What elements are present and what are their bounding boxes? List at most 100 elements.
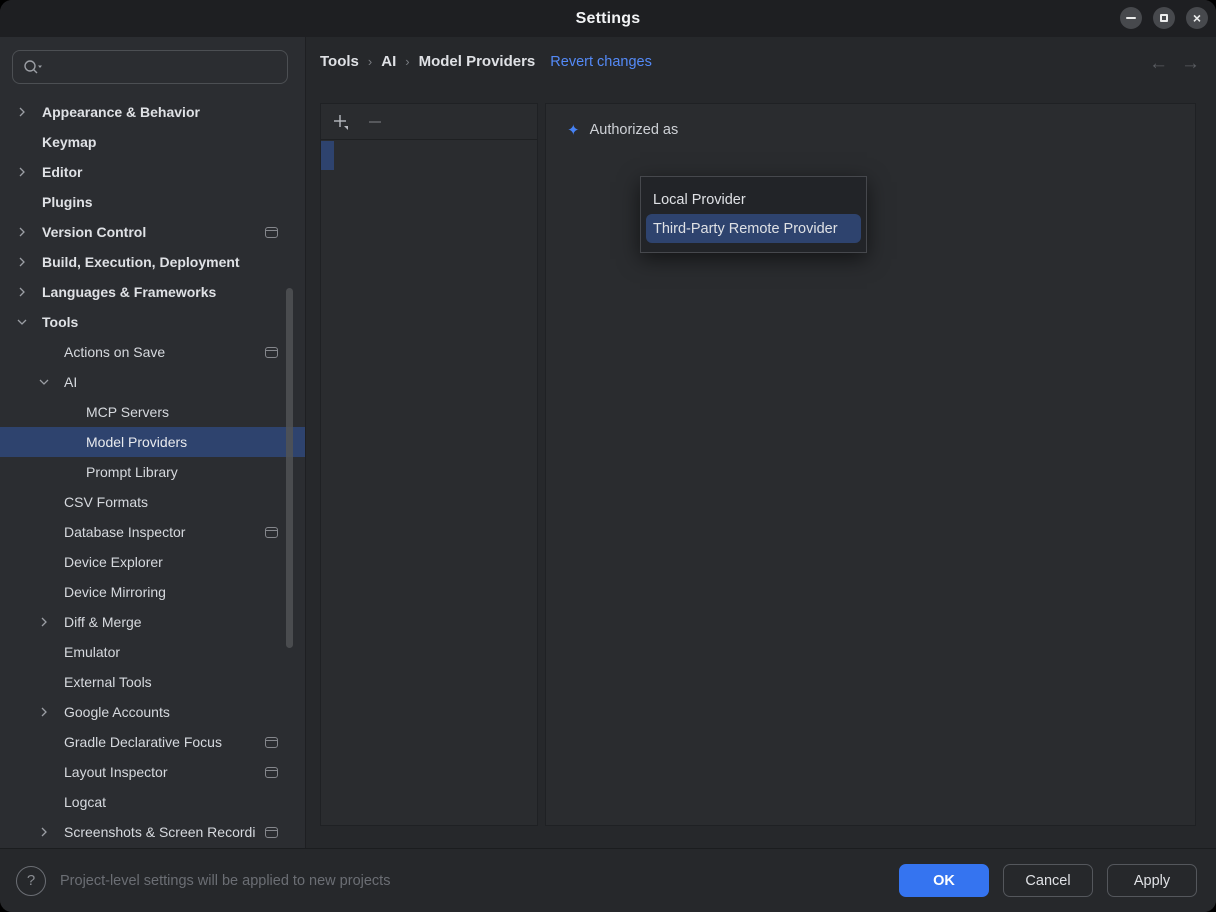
sidebar-item-label: Logcat <box>64 794 106 810</box>
sidebar-item-label: CSV Formats <box>64 494 148 510</box>
remove-provider-button[interactable] <box>366 113 384 131</box>
breadcrumb-model-providers[interactable]: Model Providers <box>419 53 536 70</box>
sidebar-item-label: Prompt Library <box>86 464 178 480</box>
chevron-toggle[interactable] <box>38 376 64 388</box>
sidebar-item-label: Tools <box>42 314 78 330</box>
sidebar-item-database-inspector[interactable]: Database Inspector <box>0 517 305 547</box>
sidebar-item-label: Gradle Declarative Focus <box>64 734 222 750</box>
project-settings-icon <box>265 347 278 358</box>
sidebar-item-device-mirroring[interactable]: Device Mirroring <box>0 577 305 607</box>
providers-list-panel <box>320 103 538 826</box>
chevron-down-icon <box>38 376 50 388</box>
providers-toolbar <box>321 104 537 140</box>
sidebar-item-layout-inspector[interactable]: Layout Inspector <box>0 757 305 787</box>
chevron-toggle[interactable] <box>16 226 42 238</box>
chevron-toggle[interactable] <box>16 106 42 118</box>
window-title: Settings <box>576 10 641 28</box>
ok-button[interactable]: OK <box>899 864 989 897</box>
sidebar-item-label: MCP Servers <box>86 404 169 420</box>
project-settings-icon <box>265 737 278 748</box>
chevron-toggle[interactable] <box>38 616 64 628</box>
sidebar-item-label: Version Control <box>42 224 146 240</box>
breadcrumb-ai[interactable]: AI <box>381 53 396 70</box>
title-bar: Settings × <box>0 0 1216 37</box>
chevron-toggle[interactable] <box>16 316 42 328</box>
chevron-right-icon <box>38 616 50 628</box>
sidebar-item-logcat[interactable]: Logcat <box>0 787 305 817</box>
add-provider-button[interactable] <box>332 113 350 131</box>
chevron-toggle[interactable] <box>16 256 42 268</box>
sidebar-item-label: Diff & Merge <box>64 614 142 630</box>
sidebar-item-prompt-library[interactable]: Prompt Library <box>0 457 305 487</box>
sidebar-item-keymap[interactable]: Keymap <box>0 127 305 157</box>
breadcrumb-separator-icon: › <box>368 54 372 69</box>
back-arrow-icon[interactable]: ← <box>1149 51 1168 78</box>
breadcrumb: Tools › AI › Model Providers Revert chan… <box>320 53 652 70</box>
chevron-right-icon <box>38 826 50 838</box>
sidebar-item-external-tools[interactable]: External Tools <box>0 667 305 697</box>
sidebar-item-google-accounts[interactable]: Google Accounts <box>0 697 305 727</box>
sidebar-item-label: Layout Inspector <box>64 764 168 780</box>
cancel-button[interactable]: Cancel <box>1003 864 1093 897</box>
sidebar-item-plugins[interactable]: Plugins <box>0 187 305 217</box>
sidebar-item-label: Languages & Frameworks <box>42 284 216 300</box>
add-provider-popup: Local ProviderThird-Party Remote Provide… <box>640 176 867 253</box>
sidebar-item-label: Device Mirroring <box>64 584 166 600</box>
sidebar-item-emulator[interactable]: Emulator <box>0 637 305 667</box>
project-settings-icon <box>265 527 278 538</box>
chevron-toggle[interactable] <box>38 706 64 718</box>
minimize-button[interactable] <box>1120 7 1142 29</box>
close-button[interactable]: × <box>1186 7 1208 29</box>
sidebar-item-label: Build, Execution, Deployment <box>42 254 240 270</box>
minimize-icon <box>1126 17 1136 19</box>
sidebar-item-ai[interactable]: AI <box>0 367 305 397</box>
sidebar-item-tools[interactable]: Tools <box>0 307 305 337</box>
sidebar-item-gradle-declarative-focus[interactable]: Gradle Declarative Focus <box>0 727 305 757</box>
sidebar-item-build-execution-deployment[interactable]: Build, Execution, Deployment <box>0 247 305 277</box>
sidebar-item-languages-frameworks[interactable]: Languages & Frameworks <box>0 277 305 307</box>
sidebar-scrollbar[interactable] <box>286 288 293 648</box>
sidebar-item-label: Emulator <box>64 644 120 660</box>
sidebar-item-label: Database Inspector <box>64 524 185 540</box>
sidebar-item-label: Screenshots & Screen Recordi <box>64 824 255 840</box>
revert-changes-link[interactable]: Revert changes <box>550 54 652 70</box>
popup-item-third-party-remote-provider[interactable]: Third-Party Remote Provider <box>646 214 861 243</box>
help-button[interactable]: ? <box>16 866 46 896</box>
sidebar-item-appearance-behavior[interactable]: Appearance & Behavior <box>0 97 305 127</box>
sidebar-item-model-providers[interactable]: Model Providers <box>0 427 305 457</box>
chevron-right-icon <box>16 256 28 268</box>
sidebar-item-editor[interactable]: Editor <box>0 157 305 187</box>
sidebar-item-version-control[interactable]: Version Control <box>0 217 305 247</box>
breadcrumb-tools[interactable]: Tools <box>320 53 359 70</box>
search-icon <box>23 59 43 75</box>
sidebar-item-mcp-servers[interactable]: MCP Servers <box>0 397 305 427</box>
sidebar-item-csv-formats[interactable]: CSV Formats <box>0 487 305 517</box>
window-controls: × <box>1120 7 1208 29</box>
project-settings-icon <box>265 767 278 778</box>
ai-spark-icon: ✦ <box>567 123 580 138</box>
forward-arrow-icon[interactable]: → <box>1181 51 1200 78</box>
project-settings-icon <box>265 227 278 238</box>
project-settings-icon <box>265 827 278 838</box>
selected-provider-row[interactable] <box>321 141 334 170</box>
sidebar-item-label: Appearance & Behavior <box>42 104 200 120</box>
sidebar-item-diff-merge[interactable]: Diff & Merge <box>0 607 305 637</box>
sidebar-item-actions-on-save[interactable]: Actions on Save <box>0 337 305 367</box>
chevron-toggle[interactable] <box>38 826 64 838</box>
maximize-button[interactable] <box>1153 7 1175 29</box>
sidebar-item-label: Plugins <box>42 194 93 210</box>
sidebar-item-screenshots-screen-recordi[interactable]: Screenshots & Screen Recordi <box>0 817 305 847</box>
dialog-buttons: OK Cancel Apply <box>899 864 1197 897</box>
chevron-toggle[interactable] <box>16 286 42 298</box>
sidebar-item-device-explorer[interactable]: Device Explorer <box>0 547 305 577</box>
footer-bar: ? Project-level settings will be applied… <box>0 848 1216 912</box>
search-input[interactable] <box>12 50 288 84</box>
chevron-right-icon <box>16 106 28 118</box>
sidebar-item-label: Actions on Save <box>64 344 165 360</box>
apply-button[interactable]: Apply <box>1107 864 1197 897</box>
popup-item-local-provider[interactable]: Local Provider <box>641 185 866 214</box>
chevron-toggle[interactable] <box>16 166 42 178</box>
settings-tree: Appearance & Behavior KeymapEditor Plugins… <box>0 97 305 848</box>
chevron-right-icon <box>16 286 28 298</box>
chevron-right-icon <box>16 226 28 238</box>
